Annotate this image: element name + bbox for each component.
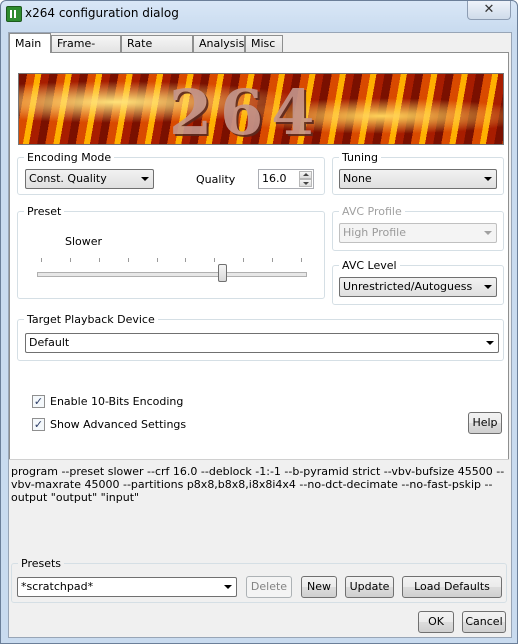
quality-label: Quality bbox=[196, 173, 236, 186]
preset-slider-track[interactable] bbox=[37, 272, 307, 277]
encoding-mode-value: Const. Quality bbox=[29, 172, 107, 185]
x264-app-icon bbox=[6, 6, 22, 22]
slider-tick bbox=[214, 258, 216, 262]
quality-spinner[interactable]: 16.0 bbox=[258, 169, 314, 189]
chevron-down-icon bbox=[486, 341, 494, 345]
preset-group: Preset bbox=[17, 205, 325, 299]
delete-preset-button: Delete bbox=[246, 576, 292, 598]
enable-10bit-checkbox[interactable]: ✓ bbox=[32, 395, 45, 408]
tuning-legend: Tuning bbox=[342, 151, 379, 164]
avc-level-legend: AVC Level bbox=[342, 259, 397, 272]
target-device-value: Default bbox=[29, 336, 70, 349]
presets-select[interactable]: *scratchpad* bbox=[17, 577, 237, 597]
preset-slider-thumb[interactable] bbox=[218, 264, 228, 282]
chevron-down-icon bbox=[141, 177, 149, 181]
slider-tick bbox=[272, 258, 274, 262]
new-preset-button[interactable]: New bbox=[301, 576, 337, 598]
presets-value: *scratchpad* bbox=[21, 580, 94, 593]
main-tab-panel: 264 Encoding Mode Const. Quality Quality… bbox=[9, 52, 509, 474]
slider-tick bbox=[243, 258, 245, 262]
slider-tick bbox=[41, 258, 42, 262]
chevron-down-icon bbox=[484, 285, 492, 289]
dialog-client-area: Main Frame-Type Rate Control Analysis Mi… bbox=[8, 32, 512, 638]
tuning-value: None bbox=[343, 172, 372, 185]
show-advanced-label: Show Advanced Settings bbox=[50, 418, 187, 431]
quality-value: 16.0 bbox=[262, 172, 287, 185]
spin-up-arrow-icon[interactable] bbox=[299, 171, 312, 179]
cancel-button[interactable]: Cancel bbox=[462, 611, 506, 633]
tab-main[interactable]: Main bbox=[9, 33, 51, 53]
enable-10bit-label: Enable 10-Bits Encoding bbox=[50, 395, 184, 408]
encoding-mode-select[interactable]: Const. Quality bbox=[25, 169, 154, 189]
presets-legend: Presets bbox=[21, 557, 62, 570]
chevron-down-icon bbox=[484, 177, 492, 181]
tuning-select[interactable]: None bbox=[339, 169, 497, 189]
window-title: x264 configuration dialog bbox=[25, 6, 179, 20]
x264-banner-image: 264 bbox=[18, 73, 504, 145]
avc-level-value: Unrestricted/Autoguess bbox=[343, 280, 473, 293]
update-preset-button[interactable]: Update bbox=[345, 576, 394, 598]
help-button[interactable]: Help bbox=[468, 412, 502, 434]
target-device-legend: Target Playback Device bbox=[27, 313, 155, 326]
title-bar: x264 configuration dialog ✕ bbox=[1, 1, 517, 25]
tab-analysis[interactable]: Analysis bbox=[193, 35, 245, 52]
slider-tick bbox=[69, 258, 71, 262]
load-defaults-button[interactable]: Load Defaults bbox=[402, 576, 502, 598]
chevron-down-icon bbox=[484, 231, 492, 235]
avc-profile-select: High Profile bbox=[339, 223, 497, 243]
encoding-mode-legend: Encoding Mode bbox=[27, 151, 112, 164]
preset-value-label: Slower bbox=[65, 235, 103, 248]
avc-level-select[interactable]: Unrestricted/Autoguess bbox=[339, 277, 497, 297]
target-device-select[interactable]: Default bbox=[25, 333, 499, 353]
ok-button[interactable]: OK bbox=[418, 611, 454, 633]
command-line-preview: program --preset slower --crf 16.0 --deb… bbox=[9, 459, 509, 549]
slider-tick bbox=[156, 258, 158, 262]
dialog-window: x264 configuration dialog ✕ Main Frame-T… bbox=[0, 0, 518, 644]
avc-profile-value: High Profile bbox=[343, 226, 406, 239]
spin-down-arrow-icon[interactable] bbox=[299, 179, 312, 187]
chevron-down-icon bbox=[224, 585, 232, 589]
tab-frame-type[interactable]: Frame-Type bbox=[51, 35, 121, 66]
slider-tick bbox=[127, 258, 129, 262]
slider-tick bbox=[301, 258, 302, 262]
close-button[interactable]: ✕ bbox=[467, 1, 511, 20]
slider-tick bbox=[185, 258, 187, 262]
banner-logo-text: 264 bbox=[169, 76, 323, 145]
slider-tick bbox=[98, 258, 100, 262]
tab-misc[interactable]: Misc bbox=[245, 35, 283, 52]
avc-profile-legend: AVC Profile bbox=[342, 205, 402, 218]
show-advanced-checkbox[interactable]: ✓ bbox=[32, 418, 45, 431]
tab-rate-control[interactable]: Rate Control bbox=[121, 35, 193, 66]
preset-legend: Preset bbox=[27, 205, 62, 218]
